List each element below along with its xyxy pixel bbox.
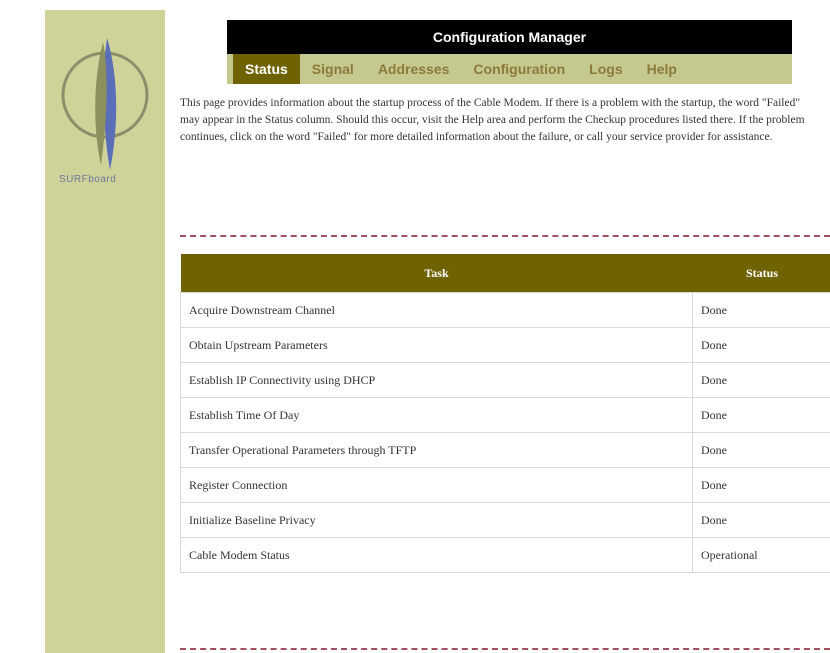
table-row: Transfer Operational Parameters through …	[180, 432, 830, 468]
intro-text: This page provides information about the…	[180, 97, 805, 143]
status-column-header: Status	[692, 254, 830, 293]
task-cell: Cable Modem Status	[180, 537, 693, 573]
table-row: Acquire Downstream Channel Done	[180, 292, 830, 328]
status-cell: Done	[692, 292, 830, 328]
tab-logs[interactable]: Logs	[577, 54, 634, 84]
table-row: Obtain Upstream Parameters Done	[180, 327, 830, 363]
task-cell: Acquire Downstream Channel	[180, 292, 693, 328]
status-table: Task Status Acquire Downstream Channel Do…	[180, 254, 830, 573]
table-row: Cable Modem Status Operational	[180, 537, 830, 573]
table-row: Initialize Baseline Privacy Done	[180, 502, 830, 538]
status-cell: Done	[692, 397, 830, 433]
status-cell: Done	[692, 327, 830, 363]
task-cell: Register Connection	[180, 467, 693, 503]
tab-addresses[interactable]: Addresses	[366, 54, 462, 84]
table-row: Register Connection Done	[180, 467, 830, 503]
status-cell: Done	[692, 502, 830, 538]
surfboard-logo-icon	[61, 38, 149, 170]
task-cell: Initialize Baseline Privacy	[180, 502, 693, 538]
table-row: Establish Time Of Day Done	[180, 397, 830, 433]
status-cell: Done	[692, 362, 830, 398]
tab-status[interactable]: Status	[233, 54, 300, 84]
tab-configuration[interactable]: Configuration	[461, 54, 577, 84]
task-cell: Transfer Operational Parameters through …	[180, 432, 693, 468]
task-cell: Establish Time Of Day	[180, 397, 693, 433]
tab-help[interactable]: Help	[635, 54, 689, 84]
page-margin	[0, 0, 45, 653]
main-nav: Status Signal Addresses Configuration Logs He…	[227, 54, 792, 84]
status-cell: Done	[692, 467, 830, 503]
page-title: Configuration Manager	[227, 20, 792, 54]
status-cell: Operational	[692, 537, 830, 573]
task-cell: Establish IP Connectivity using DHCP	[180, 362, 693, 398]
table-header-row: Task Status	[180, 254, 830, 293]
task-column-header: Task	[180, 254, 693, 293]
sidebar: SURFboard	[45, 10, 165, 653]
divider-bottom	[180, 648, 830, 650]
brand-name: SURFboard	[59, 174, 117, 185]
tab-signal[interactable]: Signal	[300, 54, 366, 84]
status-cell: Done	[692, 432, 830, 468]
divider-top	[180, 235, 830, 237]
task-cell: Obtain Upstream Parameters	[180, 327, 693, 363]
table-row: Establish IP Connectivity using DHCP Done	[180, 362, 830, 398]
